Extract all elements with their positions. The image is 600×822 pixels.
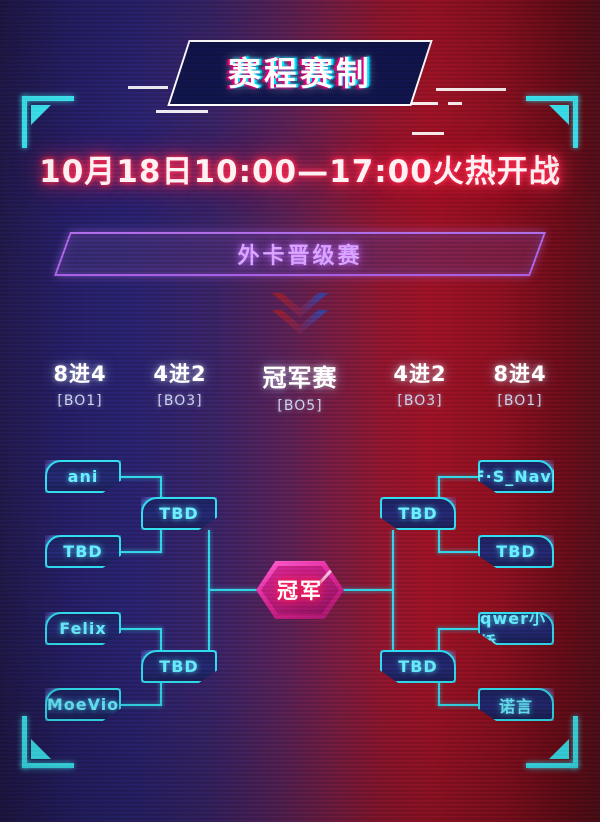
bracket-connector — [208, 590, 210, 650]
bracket-team-box[interactable]: TBD — [478, 535, 554, 568]
bracket-team-box[interactable]: 诺言 — [478, 688, 554, 721]
round-format: [BO3] — [157, 393, 203, 409]
bracket-connector — [392, 590, 394, 650]
bracket-connector — [342, 589, 394, 591]
champion-badge[interactable]: 冠军 — [256, 561, 344, 619]
bracket-team-box[interactable]: qwer小桥 — [478, 612, 554, 645]
round-format: [BO5] — [277, 398, 323, 414]
round-format: [BO1] — [497, 393, 543, 409]
champion-label: 冠军 — [277, 579, 323, 603]
bracket-connector — [438, 628, 480, 630]
round-header-1: 4进2 [BO3] — [120, 358, 240, 409]
bracket-connector — [208, 589, 258, 591]
bracket-team-box[interactable]: TBD — [380, 497, 456, 530]
bracket-team-box[interactable]: Felix — [45, 612, 121, 645]
bracket-team-box[interactable]: ani — [45, 460, 121, 493]
round-name: 8进4 — [493, 362, 547, 386]
bracket-team-box[interactable]: TBD — [141, 650, 217, 683]
bracket-connector — [120, 704, 162, 706]
bracket-team-box[interactable]: F·S_Navi — [478, 460, 554, 493]
bracket-connector — [392, 530, 394, 590]
round-name: 4进2 — [153, 362, 207, 386]
bracket-team-box[interactable]: TBD — [45, 535, 121, 568]
bracket-connector — [120, 628, 162, 630]
round-name: 冠军赛 — [262, 364, 338, 392]
bracket-connector — [438, 476, 480, 478]
round-header-2: 冠军赛 [BO5] — [240, 358, 360, 414]
bracket-team-box[interactable]: TBD — [380, 650, 456, 683]
bracket-connector — [120, 476, 162, 478]
round-header-4: 8进4 [BO1] — [460, 358, 580, 409]
bracket-connector — [120, 551, 162, 553]
bracket-connector — [208, 530, 210, 590]
round-headers: 8进4 [BO1] 4进2 [BO3] 冠军赛 [BO5] 4进2 [BO3] … — [0, 358, 600, 418]
bracket-connector — [438, 704, 480, 706]
bracket-connector — [438, 551, 480, 553]
page-title: 10月18日10:00—17:00火热开战 — [39, 154, 561, 190]
bracket-team-box[interactable]: TBD — [141, 497, 217, 530]
tournament-poster: 赛程赛制 10月18日10:00—17:00火热开战 外卡晋级赛 8进4 [BO… — [0, 0, 600, 822]
bracket-team-box[interactable]: MoeVio — [45, 688, 121, 721]
